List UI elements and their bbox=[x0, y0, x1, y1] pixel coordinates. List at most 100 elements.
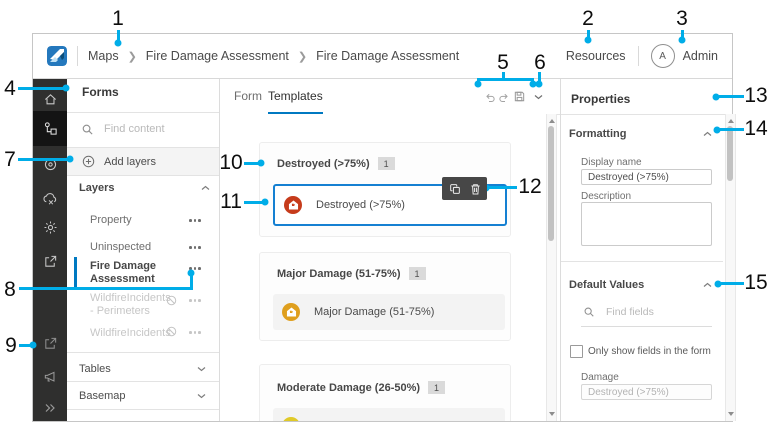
description-input[interactable] bbox=[581, 202, 712, 246]
callout-number: 13 bbox=[744, 84, 768, 107]
not-allowed-icon bbox=[166, 295, 177, 306]
chevron-up-icon[interactable] bbox=[703, 282, 712, 288]
arcgis-logo bbox=[47, 46, 67, 66]
callout-dot bbox=[678, 36, 686, 44]
breadcrumb-chevron-icon: ❯ bbox=[297, 50, 308, 63]
find-content-search[interactable] bbox=[81, 122, 209, 136]
only-show-fields-checkbox[interactable] bbox=[570, 345, 583, 358]
forms-icon[interactable] bbox=[33, 111, 67, 146]
expand-chevrons-icon[interactable] bbox=[33, 393, 67, 423]
save-icon[interactable] bbox=[513, 90, 526, 103]
formatting-section-header[interactable]: Formatting bbox=[569, 128, 626, 140]
geofence-target-icon[interactable] bbox=[33, 149, 67, 179]
templates-panel: Form Templates Destroyed (>75%) 1 Destro… bbox=[220, 79, 561, 421]
resources-link[interactable]: Resources bbox=[566, 49, 626, 63]
layer-options-icon[interactable] bbox=[189, 331, 201, 334]
add-layers-button[interactable]: Add layers bbox=[67, 148, 219, 175]
breadcrumb-maps[interactable]: Maps bbox=[88, 49, 119, 63]
layer-item-property[interactable]: Property bbox=[90, 214, 132, 227]
group-label: Destroyed (>75%) bbox=[277, 157, 370, 170]
search-icon bbox=[583, 306, 595, 318]
layer-item-fire-damage-assessment[interactable]: Fire Damage Assessment bbox=[90, 260, 182, 286]
launch-icon[interactable] bbox=[33, 328, 67, 358]
callout-dot bbox=[584, 36, 592, 44]
breadcrumb-layer-name: Fire Damage Assessment bbox=[316, 49, 460, 63]
group-label: Major Damage (51-75%) bbox=[277, 267, 401, 280]
find-fields-input[interactable] bbox=[604, 305, 709, 319]
undo-icon[interactable] bbox=[484, 92, 496, 103]
group-count-badge: 1 bbox=[408, 267, 426, 280]
not-allowed-icon bbox=[166, 326, 177, 337]
callout-line bbox=[19, 287, 193, 290]
callout-number: 8 bbox=[4, 278, 16, 301]
chevron-up-icon[interactable] bbox=[201, 185, 210, 191]
callout-dot bbox=[114, 39, 122, 47]
plus-circle-icon bbox=[82, 155, 95, 168]
damage-field-input[interactable] bbox=[581, 384, 712, 400]
description-label: Description bbox=[581, 191, 632, 202]
callout-line bbox=[477, 78, 534, 81]
callout-line bbox=[489, 186, 517, 189]
tab-templates[interactable]: Templates bbox=[268, 79, 323, 114]
template-item-moderate-damage[interactable]: Moderate Damage (26-50%) bbox=[273, 408, 505, 421]
chevron-down-icon[interactable] bbox=[197, 393, 206, 399]
layers-section-header[interactable]: Layers bbox=[79, 182, 114, 194]
callout-dot bbox=[257, 159, 265, 167]
chevron-up-icon[interactable] bbox=[703, 131, 712, 137]
sharing-icon[interactable] bbox=[33, 246, 67, 276]
tables-section-header[interactable]: Tables bbox=[79, 363, 111, 375]
callout-number: 3 bbox=[676, 7, 688, 30]
header-divider bbox=[637, 46, 639, 66]
template-item-label: Major Damage (51-75%) bbox=[314, 306, 435, 318]
callout-dot bbox=[66, 155, 74, 163]
tab-form[interactable]: Form bbox=[234, 79, 262, 112]
display-name-input[interactable] bbox=[581, 169, 712, 185]
user-menu[interactable]: A Admin bbox=[650, 44, 718, 68]
callout-number: 15 bbox=[744, 271, 768, 294]
callout-number: 9 bbox=[5, 334, 17, 357]
template-group-moderate-damage: Moderate Damage (26-50%) 1 Moderate Dama… bbox=[259, 364, 511, 421]
avatar: A bbox=[650, 44, 675, 68]
callout-dot bbox=[187, 269, 195, 277]
template-item-major-damage[interactable]: Major Damage (51-75%) bbox=[273, 294, 505, 330]
callout-number: 4 bbox=[4, 77, 16, 100]
major-damage-symbol-icon bbox=[282, 303, 300, 321]
find-fields-search[interactable] bbox=[583, 305, 709, 319]
callout-number: 7 bbox=[4, 148, 16, 171]
duplicate-icon[interactable] bbox=[449, 183, 461, 195]
breadcrumb-chevron-icon: ❯ bbox=[127, 50, 137, 63]
layer-options-icon[interactable] bbox=[189, 299, 201, 302]
layer-item-wildfireincidents[interactable]: WildfireIncidents bbox=[90, 327, 171, 340]
template-item-label: Moderate Damage (26-50%) bbox=[314, 420, 453, 421]
feedback-megaphone-icon[interactable] bbox=[33, 361, 67, 391]
basemap-section-header[interactable]: Basemap bbox=[79, 390, 125, 402]
chevron-down-icon[interactable] bbox=[534, 94, 543, 100]
callout-line bbox=[19, 344, 30, 347]
user-name: Admin bbox=[682, 49, 718, 63]
layer-item-uninspected[interactable]: Uninspected bbox=[90, 241, 151, 254]
layer-options-icon[interactable] bbox=[189, 246, 201, 249]
left-icon-rail bbox=[33, 79, 67, 421]
add-layers-label: Add layers bbox=[104, 155, 156, 168]
chevron-down-icon[interactable] bbox=[197, 366, 206, 372]
settings-gear-icon[interactable] bbox=[33, 212, 67, 242]
default-values-section-header[interactable]: Default Values bbox=[569, 279, 644, 291]
tab-bar: Form Templates bbox=[220, 79, 560, 115]
redo-icon[interactable] bbox=[498, 92, 510, 103]
callout-dot bbox=[535, 80, 543, 88]
layer-options-icon[interactable] bbox=[189, 219, 201, 222]
header-divider bbox=[77, 46, 78, 66]
callout-line bbox=[18, 87, 64, 90]
moderate-damage-symbol-icon bbox=[282, 417, 300, 421]
search-input[interactable] bbox=[102, 122, 209, 136]
display-name-label: Display name bbox=[581, 157, 642, 168]
callout-line bbox=[720, 128, 744, 131]
search-icon bbox=[81, 123, 94, 136]
properties-scrollbar[interactable] bbox=[725, 114, 736, 421]
layer-item-wildfire-perimeters[interactable]: WildfireIncidents - Perimeters bbox=[90, 292, 171, 318]
delete-icon[interactable] bbox=[470, 183, 481, 195]
offline-cloud-icon[interactable] bbox=[33, 183, 67, 213]
templates-scrollbar[interactable] bbox=[546, 114, 557, 421]
breadcrumb-map-name[interactable]: Fire Damage Assessment bbox=[146, 49, 289, 63]
breadcrumb: Maps ❯ Fire Damage Assessment ❯ Fire Dam… bbox=[88, 49, 459, 63]
